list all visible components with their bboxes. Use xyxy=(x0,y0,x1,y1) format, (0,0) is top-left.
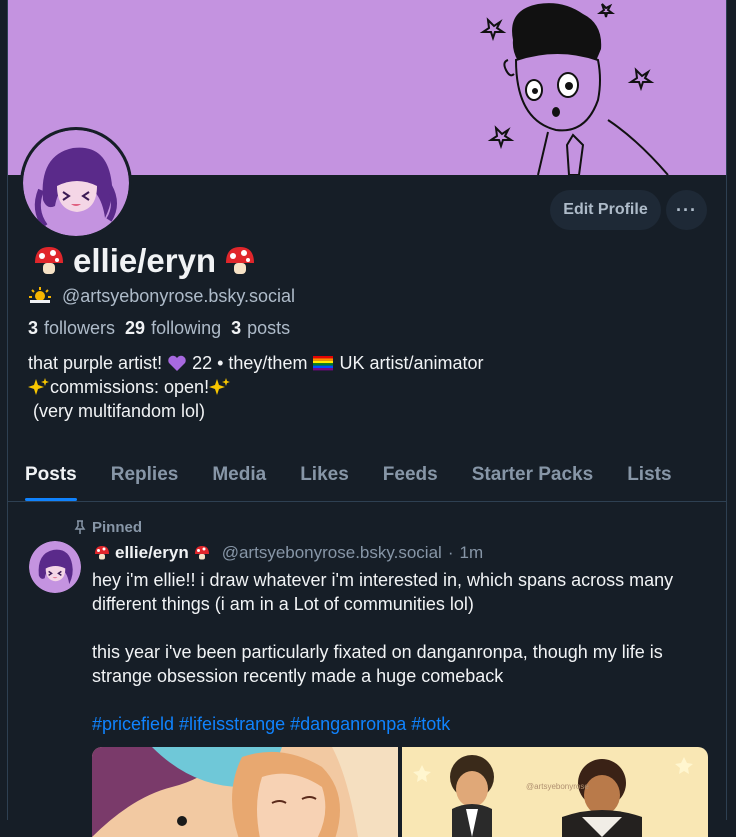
artwork-danganronpa: @artsyebonyrose xyxy=(402,747,708,837)
bio-line-1: that purple artist! 22 • they/them UK ar… xyxy=(28,353,484,373)
tab-lists[interactable]: Lists xyxy=(627,449,671,501)
profile-stats: 3 followers 29 following 3 posts xyxy=(28,316,290,340)
handle-text: @artsyebonyrose.bsky.social xyxy=(62,285,296,306)
following-link[interactable]: 29 following xyxy=(125,318,221,339)
mushroom-icon xyxy=(35,247,63,274)
post-paragraph-1: hey i'm ellie!! i draw whatever i'm inte… xyxy=(92,570,674,614)
mushroom-icon xyxy=(95,546,109,560)
posts-count: 3 posts xyxy=(231,317,291,338)
image-watermark: @artsyebonyrose xyxy=(526,782,589,791)
purple-heart-icon xyxy=(168,355,186,371)
post-separator: · xyxy=(447,543,454,562)
post-author-name[interactable]: ellie/eryn xyxy=(94,543,210,563)
tab-media[interactable]: Media xyxy=(212,449,266,501)
tab-posts[interactable]: Posts xyxy=(25,449,77,501)
sun-behind-cloud-icon xyxy=(29,287,51,303)
tab-feeds[interactable]: Feeds xyxy=(383,449,438,501)
pinned-indicator: Pinned xyxy=(74,517,142,537)
post-timestamp[interactable]: 1m xyxy=(459,543,483,563)
profile-display-name: ellie/eryn xyxy=(33,240,256,282)
sparkles-icon xyxy=(209,378,231,395)
post-author-avatar[interactable] xyxy=(29,541,81,593)
post-text: hey i'm ellie!! i draw whatever i'm inte… xyxy=(92,568,712,736)
display-name-text: ellie/eryn xyxy=(73,242,217,279)
rainbow-flag-icon xyxy=(313,356,334,371)
artwork-pricefield xyxy=(92,747,398,837)
profile-bio: that purple artist! 22 • they/them UK ar… xyxy=(28,351,484,423)
post-image-2[interactable]: @artsyebonyrose xyxy=(402,747,708,837)
pin-icon xyxy=(74,520,86,534)
tab-likes[interactable]: Likes xyxy=(300,449,349,501)
right-border xyxy=(726,0,727,820)
post-image-1[interactable] xyxy=(92,747,398,837)
bio-line-2: commissions: open! xyxy=(28,375,484,399)
followers-link[interactable]: 3 followers xyxy=(28,318,115,339)
profile-tabs: Posts Replies Media Likes Feeds Starter … xyxy=(8,449,726,502)
profile-handle-row: @artsyebonyrose.bsky.social xyxy=(28,284,295,308)
avatar-artwork xyxy=(29,541,81,593)
tab-replies[interactable]: Replies xyxy=(111,449,179,501)
sparkles-icon xyxy=(28,378,49,395)
bio-line-3: (very multifandom lol) xyxy=(28,401,206,421)
post-author-handle[interactable]: @artsyebonyrose.bsky.social xyxy=(222,543,442,563)
avatar-artwork xyxy=(23,130,129,236)
mushroom-icon xyxy=(194,546,209,560)
mushroom-icon xyxy=(226,247,255,274)
more-options-button[interactable]: ··· xyxy=(666,190,707,230)
post-paragraph-2: this year i've been particularly fixated… xyxy=(92,642,663,686)
edit-profile-button[interactable]: Edit Profile xyxy=(550,190,661,230)
ellipsis-icon: ··· xyxy=(676,199,697,220)
post-hashtags[interactable]: #pricefield #lifeisstrange #danganronpa … xyxy=(92,712,712,736)
profile-avatar[interactable] xyxy=(20,127,132,239)
tab-starter-packs[interactable]: Starter Packs xyxy=(472,449,593,501)
post-header: ellie/eryn @artsyebonyrose.bsky.social ·… xyxy=(94,541,483,565)
